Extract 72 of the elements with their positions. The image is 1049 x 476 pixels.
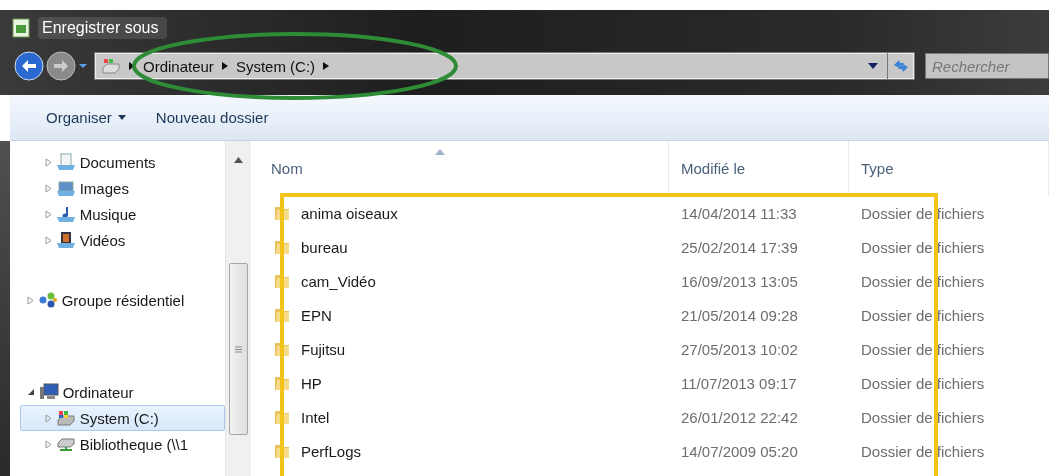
drive-icon	[101, 57, 121, 75]
tree-item[interactable]: System (C:)	[19, 405, 225, 431]
column-header[interactable]: Modifié le	[669, 141, 849, 196]
documents-icon	[55, 153, 76, 171]
modified-date: 11/07/2013 09:17	[680, 374, 798, 392]
forward-button[interactable]	[46, 51, 76, 81]
modified-date: 26/01/2012 22:42	[680, 408, 799, 426]
music-note-icon	[55, 205, 76, 223]
scrollbar-thumb[interactable]	[228, 263, 248, 435]
breadcrumb-arrow-icon[interactable]	[323, 61, 330, 71]
collapsed-triangle-icon[interactable]	[44, 439, 52, 449]
tree-item[interactable]: Documents	[19, 149, 225, 175]
refresh-icon[interactable]	[892, 58, 910, 74]
dropdown-arrow-icon[interactable]	[867, 62, 879, 70]
file-type: Dossier de fichiers	[860, 340, 986, 358]
modified-date: 16/09/2013 13:05	[680, 272, 799, 290]
file-type: Dossier de fichiers	[860, 374, 986, 392]
file-name[interactable]: cam_Vidéo	[301, 272, 376, 290]
toolbar-button[interactable]: Nouveau dossier	[153, 105, 271, 130]
collapsed-triangle-icon[interactable]	[44, 157, 52, 167]
tree-item[interactable]: Ordinateur	[19, 379, 225, 405]
search-field[interactable]: Rechercher	[925, 53, 1049, 79]
file-type: Dossier de fichiers	[860, 408, 986, 426]
breadcrumb[interactable]: System (C:)	[235, 57, 316, 75]
file-type: Dossier de fichiers	[860, 238, 986, 256]
window-title: Enregistrer sous	[38, 17, 167, 39]
file-name[interactable]: PerfLogs	[301, 442, 362, 460]
file-type: Dossier de fichiers	[860, 442, 986, 460]
file-type: Dossier de fichiers	[860, 272, 986, 290]
collapsed-triangle-icon[interactable]	[44, 183, 52, 193]
scrollbar[interactable]	[224, 141, 251, 476]
address-bar[interactable]: Ordinateur System (C:)	[94, 52, 915, 80]
file-name[interactable]: HP	[301, 374, 322, 392]
collapsed-triangle-icon[interactable]	[26, 295, 34, 305]
modified-date: 21/05/2014 09:28	[680, 306, 799, 324]
computer-icon	[38, 383, 59, 401]
collapsed-triangle-icon[interactable]	[44, 209, 52, 219]
modified-date: 14/04/2014 11:33	[680, 204, 798, 222]
history-dropdown-icon[interactable]	[78, 62, 88, 70]
tree-item[interactable]: Bibliotheque (\\1	[19, 431, 225, 457]
breadcrumb-arrow-icon[interactable]	[129, 61, 135, 71]
file-name[interactable]: bureau	[301, 238, 348, 256]
tree-item[interactable]: Images	[19, 175, 225, 201]
spreadsheet-app-icon	[12, 18, 30, 38]
video-icon	[55, 231, 76, 249]
tree-item[interactable]: Musique	[19, 201, 225, 227]
back-button[interactable]	[14, 51, 44, 81]
column-header[interactable]: Type	[849, 141, 1049, 196]
tree-item[interactable]: Groupe résidentiel	[19, 287, 225, 313]
breadcrumb[interactable]: Ordinateur	[143, 57, 214, 75]
tree-item[interactable]: Vidéos	[19, 227, 225, 253]
images-icon	[55, 179, 76, 197]
homegroup-icon	[37, 291, 58, 309]
breadcrumb-arrow-icon[interactable]	[221, 61, 228, 71]
file-name[interactable]: Intel	[301, 408, 330, 426]
network-drive-icon	[55, 435, 76, 453]
collapsed-triangle-icon[interactable]	[44, 235, 52, 245]
modified-date: 25/02/2014 17:39	[680, 238, 799, 256]
file-name[interactable]: EPN	[301, 306, 332, 324]
modified-date: 14/07/2009 05:20	[680, 442, 799, 460]
file-name[interactable]: anima oiseaux	[301, 204, 398, 222]
collapsed-triangle-icon[interactable]	[44, 413, 52, 423]
expanded-triangle-icon[interactable]	[26, 388, 35, 396]
file-name[interactable]: Fujitsu	[301, 340, 346, 358]
drive-icon	[55, 409, 76, 427]
sort-caret-icon	[435, 149, 445, 155]
scroll-up-icon[interactable]	[233, 157, 243, 163]
toolbar-button[interactable]: Organiser	[44, 105, 128, 130]
modified-date: 27/05/2013 10:02	[680, 340, 799, 358]
file-type: Dossier de fichiers	[860, 204, 986, 222]
file-type: Dossier de fichiers	[860, 306, 986, 324]
caret-icon	[117, 115, 126, 120]
